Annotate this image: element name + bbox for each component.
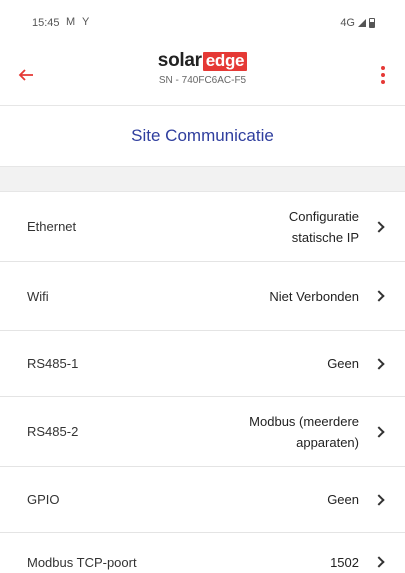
row-label: Wifi: [27, 288, 49, 304]
brand: solar edge SN - 740FC6AC-F5: [0, 50, 405, 86]
row-label: RS485-1: [27, 356, 79, 371]
row-value: 1502: [330, 554, 359, 570]
solaredge-logo: solar edge: [157, 50, 248, 72]
chevron-right-icon: [373, 290, 385, 302]
chevron-right-icon: [373, 425, 385, 438]
more-vert-icon: [381, 66, 385, 70]
row-rs485-2[interactable]: RS485-2 Modbus (meerdere apparaten): [0, 397, 405, 467]
battery-icon: [369, 18, 375, 28]
settings-list: Ethernet Configuratie statische IP Wifi …: [0, 192, 405, 573]
logo-edge: edge: [202, 51, 248, 71]
chevron-right-icon: [373, 556, 385, 568]
signal-icon: [358, 19, 366, 27]
row-gpio[interactable]: GPIO Geen: [0, 467, 405, 533]
row-label: RS485-2: [27, 424, 79, 439]
serial-number: SN - 740FC6AC-F5: [158, 75, 247, 86]
chevron-right-icon: [373, 357, 385, 370]
row-wifi[interactable]: Wifi Niet Verbonden: [0, 262, 405, 331]
more-options-button[interactable]: [373, 60, 393, 90]
status-time: 15:45: [32, 17, 60, 29]
chevron-right-icon: [373, 220, 385, 233]
status-bar: 15:45 M Y 4G: [0, 0, 405, 44]
app-bar: solar edge SN - 740FC6AC-F5: [0, 44, 405, 106]
notification-icons: M Y: [66, 16, 92, 28]
row-value: Niet Verbonden: [269, 288, 359, 304]
status-right: 4G: [340, 17, 375, 29]
page-title: Site Communicatie: [131, 126, 274, 145]
row-value: Geen: [327, 492, 359, 507]
section-divider: [0, 166, 405, 192]
row-rs485-1[interactable]: RS485-1 Geen: [0, 331, 405, 397]
row-label: GPIO: [27, 492, 60, 507]
logo-solar: solar: [157, 50, 202, 71]
row-modbus-tcp-port[interactable]: Modbus TCP-poort 1502: [0, 533, 405, 573]
row-value: Configuratie statische IP: [288, 208, 359, 245]
network-type: 4G: [340, 17, 355, 29]
row-label: Modbus TCP-poort: [27, 554, 137, 570]
page-header: Site Communicatie: [0, 106, 405, 166]
row-ethernet[interactable]: Ethernet Configuratie statische IP: [0, 192, 405, 262]
row-label: Ethernet: [27, 219, 77, 234]
chevron-right-icon: [373, 493, 385, 506]
row-value: Modbus (meerdere apparaten): [249, 413, 359, 450]
row-value: Geen: [327, 356, 359, 371]
